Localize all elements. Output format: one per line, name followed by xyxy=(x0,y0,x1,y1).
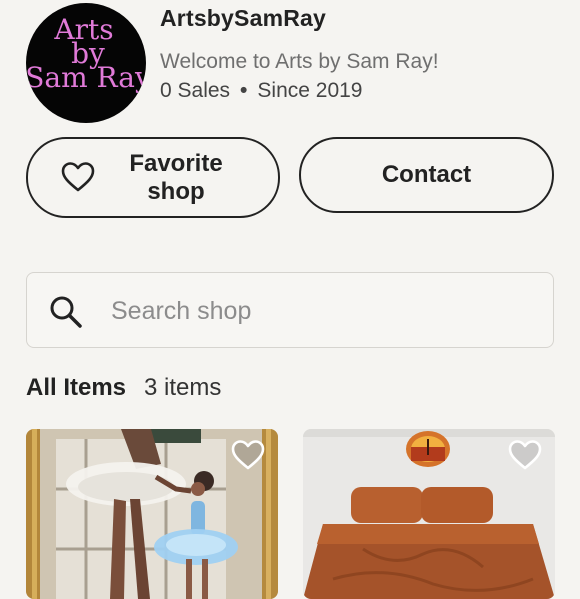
all-items-label: All Items xyxy=(26,374,127,401)
contact-button[interactable]: Contact xyxy=(299,137,554,213)
search-icon xyxy=(50,296,82,328)
favorite-shop-button[interactable]: Favorite shop xyxy=(26,137,280,218)
search-shop-box[interactable] xyxy=(26,272,554,348)
shop-logo-text-art: Arts by Sam Ray xyxy=(26,13,146,94)
listing-card[interactable] xyxy=(26,429,278,599)
shop-header: Arts by Sam Ray ArtsbySamRay Welcome to … xyxy=(26,3,566,129)
svg-text:Sam Ray: Sam Ray xyxy=(26,61,146,94)
favorite-shop-label: Favorite shop xyxy=(129,149,223,205)
contact-label: Contact xyxy=(381,161,472,188)
items-count: 3 items xyxy=(144,374,222,401)
listing-favorite-heart-icon[interactable] xyxy=(230,439,266,471)
sales-count: 0 Sales xyxy=(160,79,231,102)
shop-name[interactable]: ArtsbySamRay xyxy=(160,5,326,32)
heart-outline-icon xyxy=(61,162,95,192)
items-heading: All Items 3 items xyxy=(26,374,221,402)
since-year: Since 2019 xyxy=(257,79,363,102)
meta-separator: • xyxy=(240,79,248,102)
search-input[interactable] xyxy=(109,291,529,331)
listing-card[interactable] xyxy=(303,429,555,599)
listing-favorite-heart-icon[interactable] xyxy=(507,439,543,471)
shop-logo[interactable]: Arts by Sam Ray xyxy=(26,3,146,123)
shop-welcome-message: Welcome to Arts by Sam Ray! xyxy=(160,50,439,73)
shop-meta: 0 Sales • Since 2019 xyxy=(160,79,363,103)
